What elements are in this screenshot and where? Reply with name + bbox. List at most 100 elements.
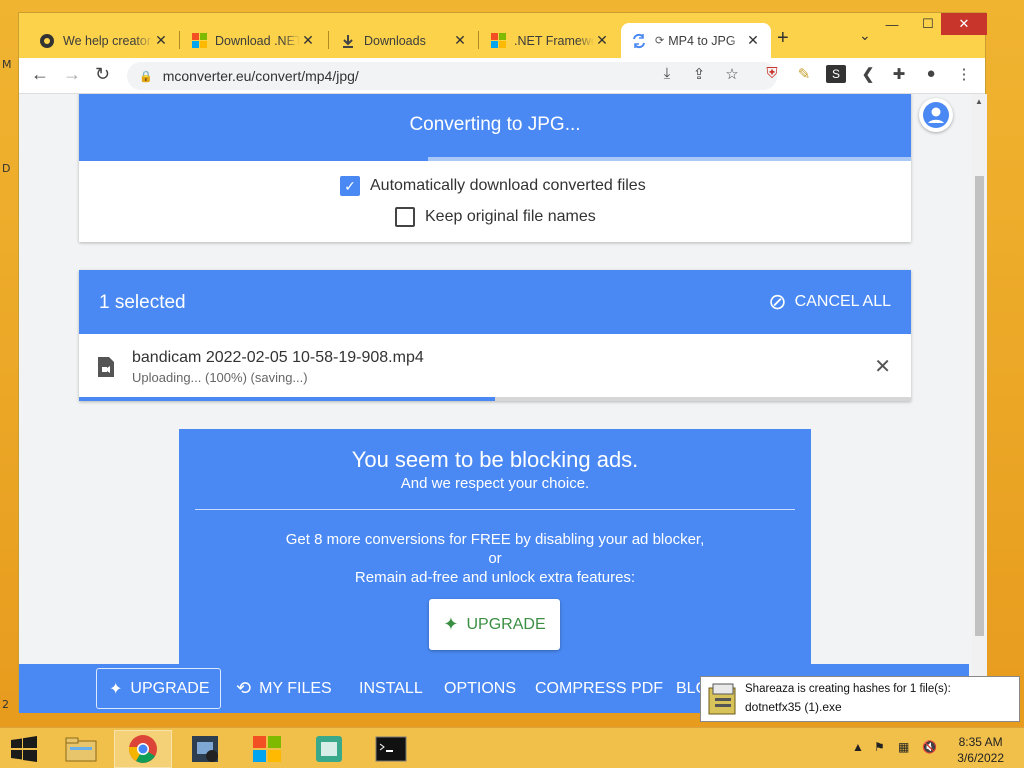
account-button[interactable]: [919, 98, 953, 132]
upgrade-label: UPGRADE: [466, 615, 546, 633]
scroll-up-icon[interactable]: ▲: [975, 97, 983, 106]
adblock-subtitle: And we respect your choice.: [400, 475, 590, 492]
reload-icon[interactable]: ↻: [95, 64, 110, 85]
nav-options[interactable]: OPTIONS: [444, 664, 516, 713]
new-tab-button[interactable]: +: [777, 27, 789, 50]
close-icon[interactable]: ✕: [153, 32, 169, 49]
loading-icon: ⟳: [655, 35, 665, 47]
auto-download-label: Automatically download converted files: [370, 177, 646, 194]
nav-upgrade[interactable]: ✦ UPGRADE: [96, 668, 221, 709]
windows-start-icon[interactable]: [10, 736, 38, 767]
remove-file-icon[interactable]: ✕: [874, 354, 891, 379]
file-row: bandicam 2022-02-05 10-58-19-908.mp4 Upl…: [79, 334, 911, 397]
microsoft-store-icon[interactable]: [238, 730, 296, 768]
bandicam-icon[interactable]: [176, 730, 234, 768]
flag-icon[interactable]: ⚑: [874, 740, 885, 754]
s-extension-icon[interactable]: S: [826, 65, 846, 83]
divider: [195, 509, 795, 510]
ublock-extension-icon[interactable]: ⛨: [762, 65, 782, 82]
chevron-left-icon[interactable]: ❮: [858, 65, 878, 83]
desktop-label: D: [2, 162, 11, 175]
close-window-button[interactable]: ✕: [941, 13, 987, 35]
keep-names-checkbox[interactable]: [395, 207, 415, 227]
keep-names-label: Keep original file names: [425, 208, 596, 225]
url-text: mconverter.eu/convert/mp4/jpg/: [162, 68, 359, 84]
cancel-all-button[interactable]: ⊘ CANCEL ALL: [768, 289, 891, 315]
globe-icon: [39, 33, 55, 49]
tab-search-icon[interactable]: ⌄: [859, 27, 871, 44]
conversion-progress-fill: [79, 157, 429, 161]
tab-mp4-to-jpg[interactable]: ⟳ MP4 to JPG ✕: [621, 23, 771, 58]
conversion-progress-track: [79, 157, 911, 161]
page-viewport: Converting to JPG... ✓ Automatically dow…: [19, 94, 987, 713]
profile-icon[interactable]: ●: [921, 65, 941, 82]
account-icon: [923, 102, 949, 128]
file-name: bandicam 2022-02-05 10-58-19-908.mp4: [132, 349, 424, 366]
clock-time: 8:35 AM: [958, 735, 1003, 749]
nav-label: UPGRADE: [130, 679, 210, 697]
video-file-icon: [97, 356, 115, 383]
nav-compress-pdf[interactable]: COMPRESS PDF: [535, 664, 663, 713]
auto-download-checkbox[interactable]: ✓: [340, 176, 360, 196]
tab-we-help-creators[interactable]: We help creators ✕: [29, 23, 179, 58]
converting-title: Converting to JPG...: [79, 94, 911, 157]
minimize-button[interactable]: —: [875, 13, 909, 35]
scrollbar-thumb[interactable]: [975, 176, 984, 636]
file-explorer-icon[interactable]: [52, 730, 110, 768]
menu-dots-icon[interactable]: ⋮: [954, 65, 974, 83]
tab-download-net[interactable]: Download .NET ✕: [181, 23, 326, 58]
selected-count: 1 selected: [99, 292, 186, 313]
close-icon[interactable]: ✕: [300, 32, 316, 49]
chrome-icon[interactable]: [114, 730, 172, 768]
scrollbar[interactable]: ▲: [972, 94, 987, 713]
volume-muted-icon[interactable]: 🔇: [922, 740, 937, 754]
forward-icon[interactable]: →: [63, 64, 81, 85]
nav-my-files[interactable]: ⟲ MY FILES: [236, 664, 332, 713]
adblock-line1: Get 8 more conversions for FREE by disab…: [285, 531, 705, 548]
upgrade-button[interactable]: ✦ UPGRADE: [429, 599, 560, 650]
upload-progress-track: [79, 397, 911, 401]
close-icon[interactable]: ✕: [745, 32, 761, 49]
maximize-button[interactable]: ☐: [911, 13, 945, 35]
lock-icon: 🔒: [139, 70, 153, 83]
download-icon: [340, 33, 356, 49]
jpg-converter-icon[interactable]: [300, 730, 358, 768]
desktop-label: 2: [2, 698, 9, 711]
nav-label: MY FILES: [259, 679, 332, 697]
bookmark-star-icon[interactable]: ☆: [722, 65, 742, 83]
tab-net-framework[interactable]: .NET Framework ✕: [480, 23, 620, 58]
nav-install[interactable]: INSTALL: [359, 664, 423, 713]
nav-label: OPTIONS: [444, 679, 517, 697]
close-icon[interactable]: ✕: [452, 32, 468, 49]
taskbar: ▲ ⚑ ▦ 🔇 8:35 AM 3/6/2022: [0, 727, 1024, 768]
converting-card: Converting to JPG... ✓ Automatically dow…: [79, 94, 911, 242]
share-icon[interactable]: ⇪: [689, 65, 709, 83]
tab-title: We help creators: [63, 33, 153, 48]
history-icon: ⟲: [236, 678, 252, 698]
install-app-icon[interactable]: ⤓: [657, 65, 677, 82]
browser-window: We help creators ✕ Download .NET ✕ Downl…: [18, 12, 987, 713]
cancel-all-label: CANCEL ALL: [794, 293, 891, 310]
adblock-notice: You seem to be blocking ads. And we resp…: [179, 429, 811, 689]
shareaza-notification[interactable]: Shareaza is creating hashes for 1 file(s…: [700, 676, 1020, 722]
command-prompt-icon[interactable]: [362, 730, 420, 768]
nav-label: COMPRESS PDF: [535, 679, 664, 697]
file-status: Uploading... (100%) (saving...): [132, 370, 308, 385]
extensions-puzzle-icon[interactable]: ✚: [889, 65, 909, 83]
tab-downloads[interactable]: Downloads ✕: [330, 23, 478, 58]
cancel-icon: ⊘: [768, 289, 787, 314]
desktop-label: M: [2, 58, 12, 71]
network-icon[interactable]: ▦: [898, 740, 909, 754]
sparkle-icon: ✦: [443, 614, 459, 634]
tab-title: .NET Framework: [514, 33, 594, 48]
show-hidden-icons[interactable]: ▲: [852, 740, 864, 754]
pencil-extension-icon[interactable]: ✎: [794, 65, 814, 83]
tab-title: MP4 to JPG: [668, 33, 736, 48]
installer-icon: [707, 682, 739, 719]
clock[interactable]: 8:35 AM 3/6/2022: [957, 734, 1004, 766]
back-icon[interactable]: ←: [31, 64, 49, 85]
address-bar[interactable]: 🔒 mconverter.eu/convert/mp4/jpg/: [127, 62, 777, 90]
browser-toolbar: ← → ↻ 🔒 mconverter.eu/convert/mp4/jpg/ ⤓…: [19, 58, 985, 94]
close-icon[interactable]: ✕: [594, 32, 610, 49]
adblock-title: You seem to be blocking ads.: [351, 447, 639, 472]
